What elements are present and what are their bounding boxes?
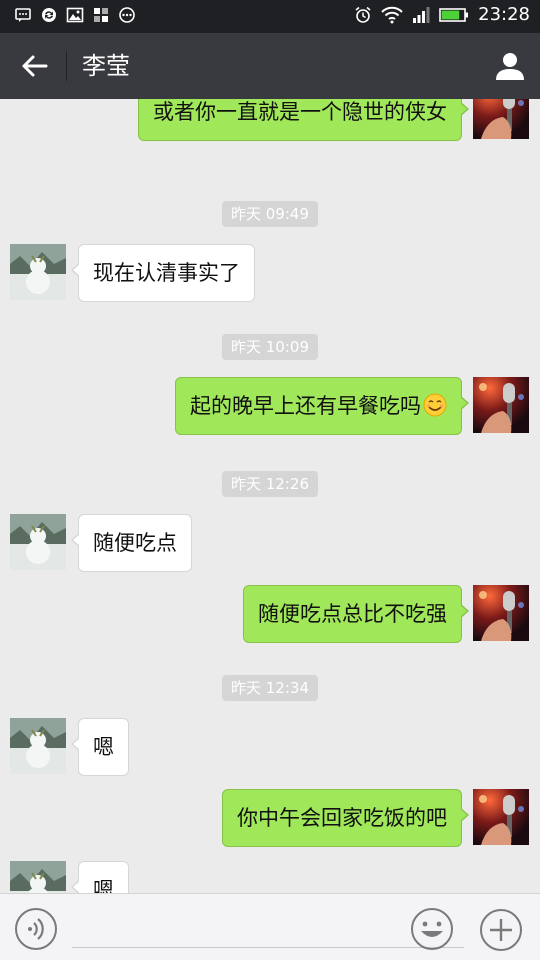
message-text: 或者你一直就是一个隐世的侠女 [153,100,447,124]
message-bubble-outgoing[interactable]: 你中午会回家吃饭的吧 [222,789,469,847]
microphone-avatar-icon [473,585,529,641]
voice-icon [15,908,57,950]
avatar-contact[interactable] [10,514,66,570]
emoji-icon [411,908,453,950]
snowman-avatar-icon [10,718,66,774]
avatar-contact[interactable] [10,718,66,774]
message-bubble-outgoing[interactable]: 或者你一直就是一个隐世的侠女 [138,99,469,141]
input-bar [0,893,540,960]
battery-icon [439,7,469,22]
alarm-icon [355,6,371,23]
smile-emoji-icon [423,393,447,417]
status-time: 23:28 [478,4,530,25]
message-text: 起的晚早上还有早餐吃吗 [190,394,421,418]
avatar-contact[interactable] [10,861,66,893]
message-bubble-incoming[interactable]: 现在认清事实了 [71,244,255,302]
message-text: 嗯 [93,735,114,759]
timestamp-label: 昨天 12:34 [222,675,318,701]
message-text: 现在认清事实了 [93,261,240,285]
chat-area[interactable]: 或者你一直就是一个隐世的侠女 昨天 09:49 现在认清事实了 昨天 10:09… [0,99,540,893]
timestamp-label: 昨天 10:09 [222,334,318,360]
snowman-avatar-icon [10,514,66,570]
user-icon [496,53,524,80]
avatar-self[interactable] [473,99,529,139]
apps-icon [94,8,108,22]
sync-icon [42,8,56,22]
title-bar: 李莹 [0,33,540,99]
timestamp-label: 昨天 09:49 [222,201,318,227]
more-actions-button[interactable] [478,907,524,953]
microphone-avatar-icon [473,99,529,139]
message-icon [15,8,31,22]
message-bubble-incoming[interactable]: 随便吃点 [71,514,192,572]
message-bubble-incoming[interactable]: 嗯 [71,718,129,776]
voice-button[interactable] [14,907,58,951]
page-title: 李莹 [82,52,130,80]
snowman-avatar-icon [10,244,66,300]
arrow-left-icon [22,55,48,77]
more-circle-icon [119,7,135,23]
back-button[interactable] [14,48,54,84]
chat-profile-button[interactable] [490,47,530,87]
avatar-self[interactable] [473,377,529,433]
timestamp-label: 昨天 12:26 [222,471,318,497]
snowman-avatar-icon [10,861,66,893]
avatar-self[interactable] [473,789,529,845]
message-bubble-outgoing[interactable]: 随便吃点总比不吃强 [243,585,469,643]
microphone-avatar-icon [473,789,529,845]
plus-icon [480,909,522,951]
avatar-contact[interactable] [10,244,66,300]
message-text: 随便吃点 [93,531,177,555]
status-bar: 23:28 [0,0,540,33]
avatar-self[interactable] [473,585,529,641]
message-text: 随便吃点总比不吃强 [258,602,447,626]
signal-icon [413,6,430,23]
message-bubble-outgoing[interactable]: 起的晚早上还有早餐吃吗 [175,377,469,435]
message-input[interactable] [72,906,464,948]
image-icon [66,7,84,23]
message-text: 你中午会回家吃饭的吧 [237,806,447,830]
wifi-icon [381,6,403,23]
title-divider [66,51,67,81]
emoji-button[interactable] [410,907,454,951]
microphone-avatar-icon [473,377,529,433]
message-bubble-incoming[interactable]: 嗯 [71,861,129,893]
message-text: 嗯 [93,878,114,893]
